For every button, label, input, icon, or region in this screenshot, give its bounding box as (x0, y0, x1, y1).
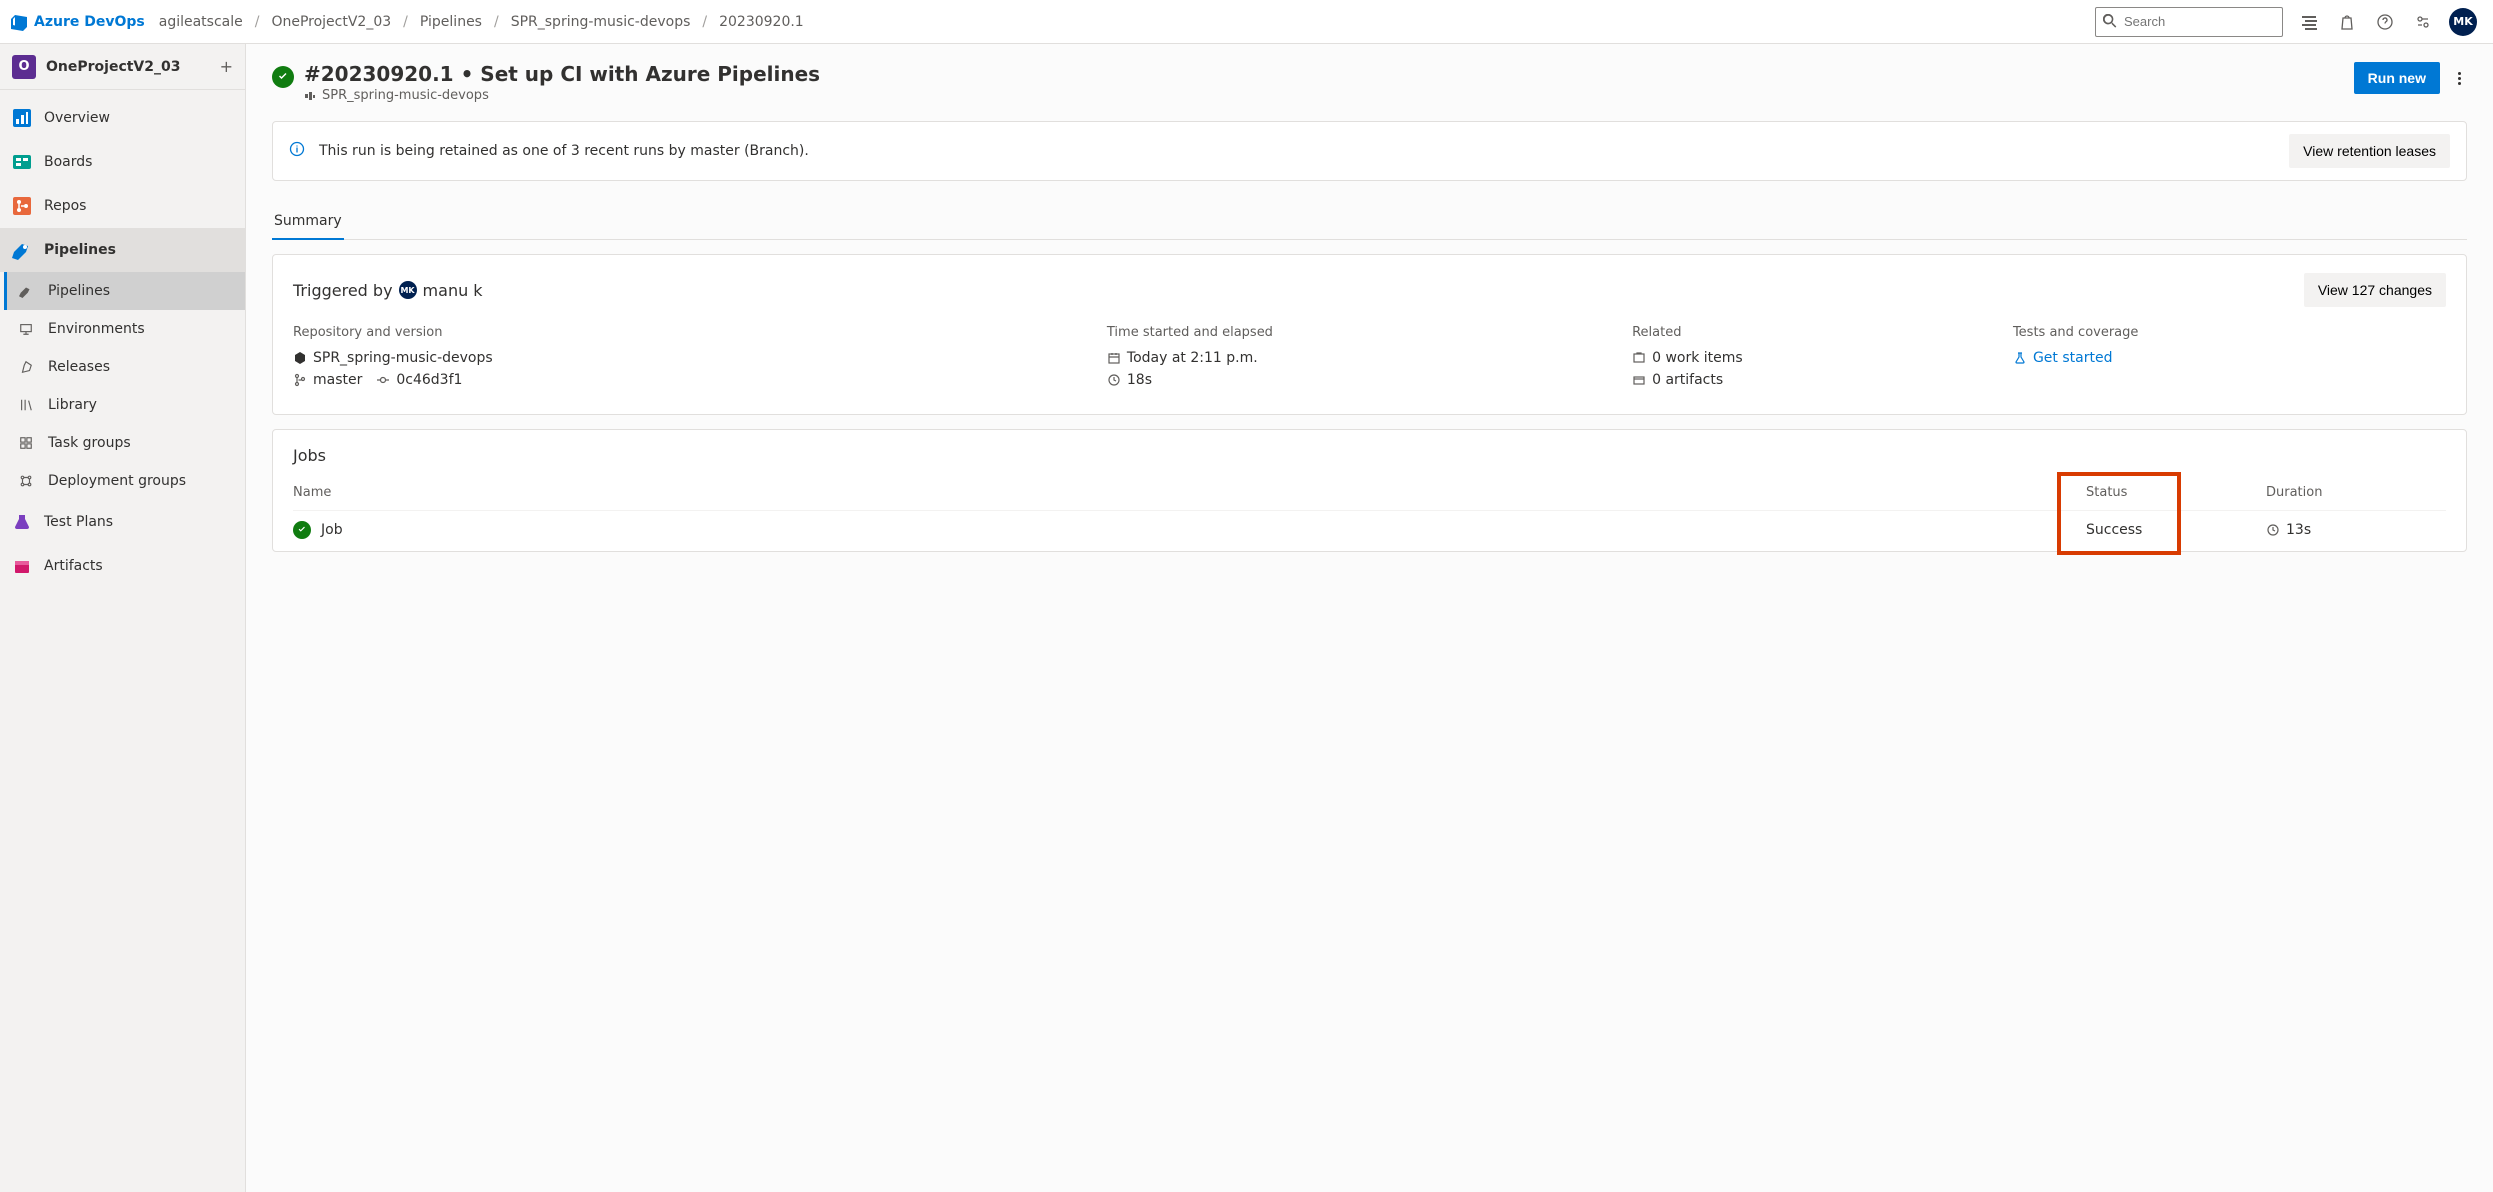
job-duration: 13s (2286, 522, 2311, 538)
breadcrumb: agileatscale / OneProjectV2_03 / Pipelin… (159, 14, 804, 30)
brand-label: Azure DevOps (34, 14, 145, 30)
started-time: Today at 2:11 p.m. (1127, 350, 1258, 366)
azure-devops-logo-icon (10, 13, 28, 31)
calendar-icon (1107, 351, 1121, 365)
elapsed-time: 18s (1127, 372, 1152, 388)
nav-overview[interactable]: Overview (0, 96, 245, 140)
tabs: Summary (272, 205, 2467, 240)
related-head: Related (1632, 325, 1993, 340)
job-row[interactable]: Job Success 13s (293, 510, 2446, 551)
filter-icon[interactable] (2297, 10, 2321, 34)
nav-sub-pipelines[interactable]: Pipelines (4, 272, 245, 310)
help-icon[interactable] (2373, 10, 2397, 34)
overview-icon (12, 108, 32, 128)
more-actions-button[interactable] (2452, 66, 2467, 91)
breadcrumb-org[interactable]: agileatscale (159, 14, 243, 30)
task-groups-icon (16, 433, 36, 453)
pipeline-icon (304, 90, 316, 102)
triggered-by-label: Triggered by (293, 281, 393, 300)
jobs-col-status: Status (2086, 485, 2266, 500)
job-success-icon (293, 521, 311, 539)
repos-icon (12, 196, 32, 216)
search-input[interactable] (2095, 7, 2283, 37)
clock-icon (2266, 523, 2280, 537)
nav-sub-task-groups[interactable]: Task groups (4, 424, 245, 462)
repo-version-head: Repository and version (293, 325, 1087, 340)
breadcrumb-project[interactable]: OneProjectV2_03 (271, 14, 391, 30)
branch-link[interactable]: master (313, 372, 362, 388)
run-status-success-icon (272, 66, 294, 88)
jobs-card: Jobs Name Status Duration Job Success 13… (272, 429, 2467, 552)
nav-pipelines[interactable]: Pipelines (0, 228, 245, 272)
retention-banner: This run is being retained as one of 3 r… (272, 121, 2467, 181)
nav-sub-library[interactable]: Library (4, 386, 245, 424)
jobs-heading: Jobs (293, 446, 2446, 465)
page-title: #20230920.1 • Set up CI with Azure Pipel… (304, 62, 820, 86)
repo-icon (293, 351, 307, 365)
library-icon (16, 395, 36, 415)
marketplace-icon[interactable] (2335, 10, 2359, 34)
sidebar: O OneProjectV2_03 + Overview Boards Repo… (0, 44, 246, 1192)
artifacts-icon (12, 556, 32, 576)
breadcrumb-pipeline[interactable]: SPR_spring-music-devops (511, 14, 691, 30)
breadcrumb-section[interactable]: Pipelines (420, 14, 482, 30)
trigger-user-name[interactable]: manu k (423, 281, 483, 300)
deployment-groups-icon (16, 471, 36, 491)
artifacts-count[interactable]: 0 artifacts (1652, 372, 1723, 388)
breadcrumb-run[interactable]: 20230920.1 (719, 14, 804, 30)
brand[interactable]: Azure DevOps (10, 13, 145, 31)
tab-summary[interactable]: Summary (272, 205, 344, 239)
environments-icon (16, 319, 36, 339)
tests-head: Tests and coverage (2013, 325, 2446, 340)
get-started-link[interactable]: Get started (2033, 350, 2113, 366)
trigger-user-avatar: MK (399, 281, 417, 299)
info-icon (289, 141, 305, 161)
branch-icon (293, 373, 307, 387)
boards-icon (12, 152, 32, 172)
work-item-icon (1632, 351, 1646, 365)
repo-name-link[interactable]: SPR_spring-music-devops (313, 350, 493, 366)
nav-boards[interactable]: Boards (0, 140, 245, 184)
nav-sub-releases[interactable]: Releases (4, 348, 245, 386)
retention-banner-text: This run is being retained as one of 3 r… (319, 143, 809, 159)
project-name: OneProjectV2_03 (46, 59, 181, 75)
pipelines-icon (12, 240, 32, 260)
time-head: Time started and elapsed (1107, 325, 1612, 340)
job-name: Job (321, 522, 343, 538)
view-changes-button[interactable]: View 127 changes (2304, 273, 2446, 307)
commit-link[interactable]: 0c46d3f1 (396, 372, 462, 388)
user-avatar[interactable]: MK (2449, 8, 2477, 36)
add-project-icon[interactable]: + (220, 57, 233, 76)
summary-card: Triggered by MK manu k View 127 changes … (272, 254, 2467, 415)
work-items-count[interactable]: 0 work items (1652, 350, 1743, 366)
test-plans-icon (12, 512, 32, 532)
nav-sub-environments[interactable]: Environments (4, 310, 245, 348)
nav-repos[interactable]: Repos (0, 184, 245, 228)
jobs-col-duration: Duration (2266, 485, 2446, 500)
settings-icon[interactable] (2411, 10, 2435, 34)
nav-artifacts[interactable]: Artifacts (0, 544, 245, 588)
project-initial: O (12, 55, 36, 79)
rocket-icon (16, 281, 36, 301)
jobs-col-name: Name (293, 485, 2086, 500)
job-status: Success (2086, 522, 2266, 538)
project-switcher[interactable]: O OneProjectV2_03 + (0, 44, 245, 90)
search-box (2095, 7, 2283, 37)
run-new-button[interactable]: Run new (2354, 62, 2440, 94)
nav-test-plans[interactable]: Test Plans (0, 500, 245, 544)
view-retention-leases-button[interactable]: View retention leases (2289, 134, 2450, 168)
artifact-icon (1632, 373, 1646, 387)
search-icon (2103, 14, 2117, 28)
releases-icon (16, 357, 36, 377)
main-content: #20230920.1 • Set up CI with Azure Pipel… (246, 44, 2493, 1192)
flask-icon (2013, 351, 2027, 365)
nav-sub-deployment-groups[interactable]: Deployment groups (4, 462, 245, 500)
commit-icon (376, 373, 390, 387)
clock-icon (1107, 373, 1121, 387)
pipeline-name-link[interactable]: SPR_spring-music-devops (322, 88, 489, 103)
